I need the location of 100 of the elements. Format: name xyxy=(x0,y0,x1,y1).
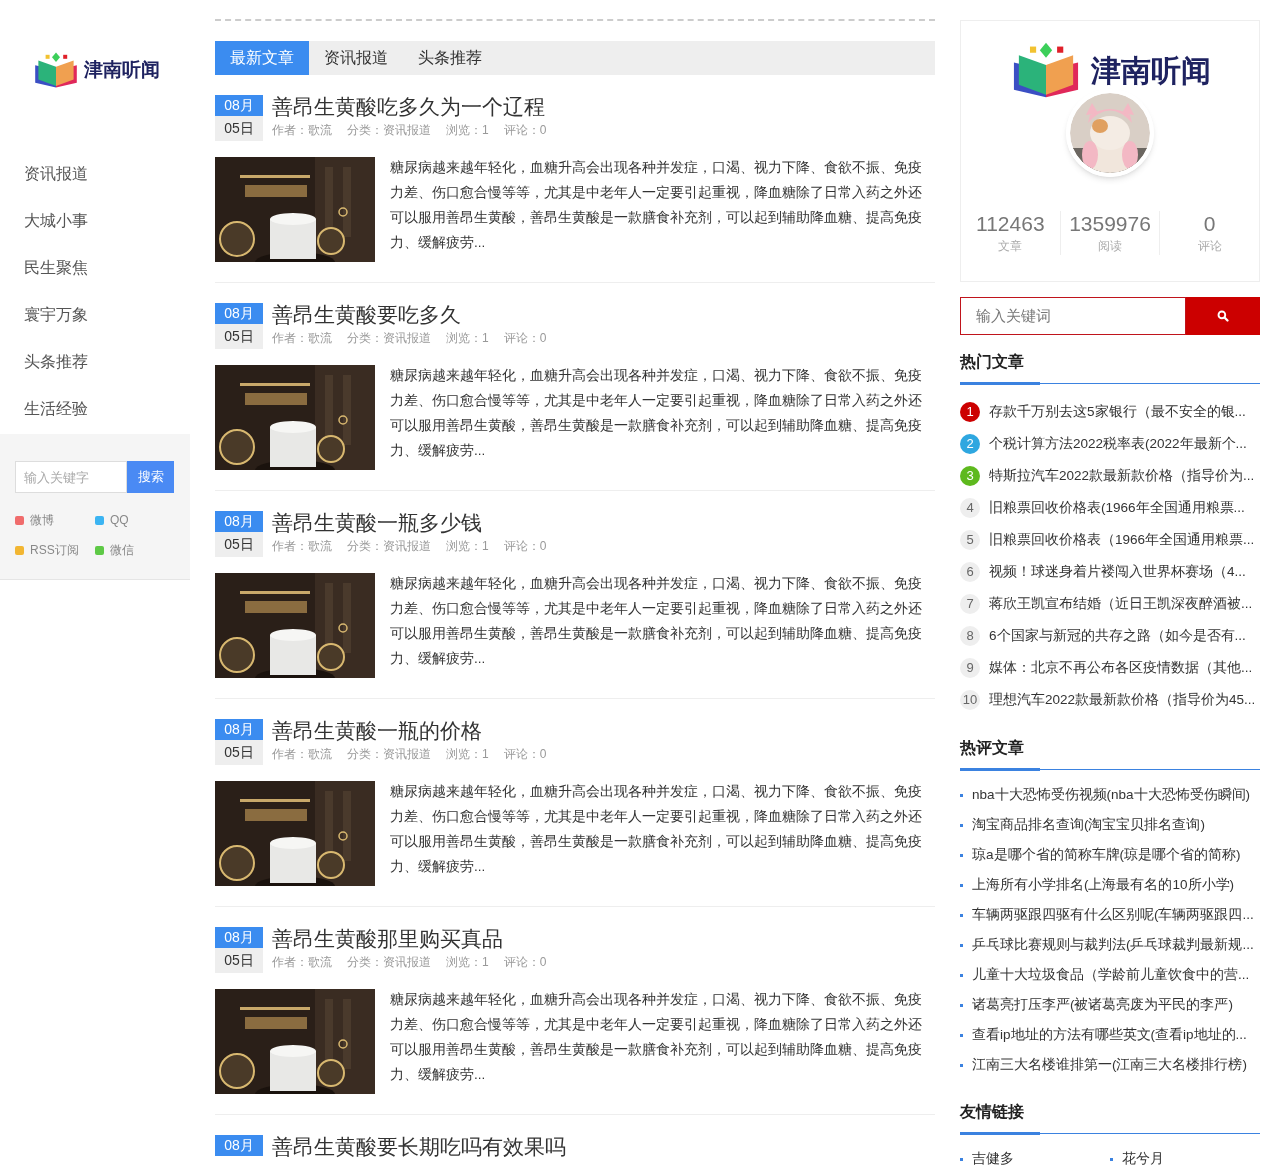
article-excerpt: 糖尿病越来越年轻化，血糖升高会出现各种并发症，口渴、视力下降、食欲不振、免疫力差、伤口愈合慢等等，尤其是中老年人一定要引起重视，降血糖除了日常入药之外还可以服用善昂生黄酸，善昂生黄酸是一款膳食补充剂，可以起到辅助降血糖、提高免疫力、缓解疲劳... xyxy=(390,991,923,1084)
article-excerpt: 糖尿病越来越年轻化，血糖升高会出现各种并发症，口渴、视力下降、食欲不振、免疫力差、伤口愈合慢等等，尤其是中老年人一定要引起重视，降血糖除了日常入药之外还可以服用善昂生黄酸，善昂生黄酸是一款膳食补充剂，可以起到辅助降血糖、提高免疫力、缓解疲劳... xyxy=(390,159,923,252)
hot-article-link[interactable]: 6个国家与新冠的共存之路（如今是否有... xyxy=(989,625,1246,647)
friend-link[interactable]: 花兮月 xyxy=(1122,1148,1164,1167)
article-meta: 评论：0 xyxy=(503,538,547,555)
article-title[interactable]: 善昂生黄酸要长期吃吗有效果吗 xyxy=(272,1134,566,1160)
article-title[interactable]: 善昂生黄酸一瓶多少钱 xyxy=(272,510,547,536)
commented-article-link[interactable]: 琼a是哪个省的简称车牌(琼是哪个省的简称) xyxy=(972,844,1241,866)
commented-article-link[interactable]: 乒乓球比赛规则与裁判法(乒乓球裁判最新规... xyxy=(972,934,1254,956)
bullet-icon xyxy=(960,1063,963,1067)
commented-article-link[interactable]: 查看ip地址的方法有哪些英文(查看ip地址的... xyxy=(972,1024,1247,1046)
commented-article-link[interactable]: 江南三大名楼谁排第一(江南三大名楼排行榜) xyxy=(972,1054,1247,1076)
commented-article-link[interactable]: 车辆两驱跟四驱有什么区别呢(车辆两驱跟四... xyxy=(972,904,1254,926)
article-meta: 作者：歌流 xyxy=(272,122,332,139)
commented-article-link[interactable]: 淘宝商品排名查询(淘宝宝贝排名查询) xyxy=(972,814,1205,836)
article-title[interactable]: 善昂生黄酸要吃多久 xyxy=(272,302,547,328)
date-day: 05日 xyxy=(215,948,263,973)
date-day: 05日 xyxy=(215,740,263,765)
date-day: 05日 xyxy=(215,532,263,557)
logo-text: 津南听闻 xyxy=(84,57,160,82)
hot-article-link[interactable]: 特斯拉汽车2022款最新款价格（指导价为... xyxy=(989,465,1255,487)
rank-number: 6 xyxy=(960,562,980,582)
article-meta: 浏览：1 xyxy=(446,746,489,763)
hot-article-link[interactable]: 蒋欣王凯宣布结婚（近日王凯深夜醉酒被... xyxy=(989,593,1253,615)
article-meta: 评论：0 xyxy=(503,330,547,347)
rank-number: 5 xyxy=(960,530,980,550)
article-meta: 分类：资讯报道 xyxy=(347,746,431,763)
rank-number: 10 xyxy=(960,690,980,710)
stat-label: 阅读 xyxy=(1098,238,1122,255)
commented-article-link[interactable]: 儿童十大垃圾食品（学龄前儿童饮食中的营... xyxy=(972,964,1250,986)
article-excerpt: 糖尿病越来越年轻化，血糖升高会出现各种并发症，口渴、视力下降、食欲不振、免疫力差、伤口愈合慢等等，尤其是中老年人一定要引起重视，降血糖除了日常入药之外还可以服用善昂生黄酸，善昂生黄酸是一款膳食补充剂，可以起到辅助降血糖、提高免疫力、缓解疲劳... xyxy=(390,783,923,876)
bullet-icon xyxy=(960,1157,963,1161)
rank-number: 2 xyxy=(960,434,980,454)
commented-article-link[interactable]: 上海所有小学排名(上海最有名的10所小学) xyxy=(972,874,1234,896)
friend-link[interactable]: 吉健多 xyxy=(972,1148,1014,1167)
nav-link[interactable]: 寰宇万象 xyxy=(0,291,190,338)
article-meta: 评论：0 xyxy=(503,746,547,763)
stat-label: 评论 xyxy=(1197,238,1222,255)
hot-article-link[interactable]: 旧粮票回收价格表(1966年全国通用粮票... xyxy=(989,497,1245,519)
article-meta: 浏览：1 xyxy=(446,330,489,347)
article-excerpt: 糖尿病越来越年轻化，血糖升高会出现各种并发症，口渴、视力下降、食欲不振、免疫力差、伤口愈合慢等等，尤其是中老年人一定要引起重视，降血糖除了日常入药之外还可以服用善昂生黄酸，善昂生黄酸是一款膳食补充剂，可以起到辅助降血糖、提高免疫力、缓解疲劳... xyxy=(390,367,923,460)
article-meta: 分类：资讯报道 xyxy=(347,954,431,971)
article-meta: 分类：资讯报道 xyxy=(347,538,431,555)
bullet-icon xyxy=(960,943,963,947)
bullet-icon xyxy=(1110,1157,1113,1161)
bullet-icon xyxy=(960,823,963,827)
search-button[interactable] xyxy=(1186,297,1260,335)
date-month: 08月 xyxy=(215,303,263,324)
book-logo-icon xyxy=(32,50,80,90)
date-month: 08月 xyxy=(215,1135,263,1156)
bullet-icon xyxy=(960,883,963,887)
date-day: 05日 xyxy=(215,116,263,141)
date-day: 05日 xyxy=(215,324,263,349)
search-field[interactable]: 输入关键词 xyxy=(960,297,1186,335)
rank-number: 4 xyxy=(960,498,980,518)
article-title[interactable]: 善昂生黄酸吃多久为一个辽程 xyxy=(272,94,547,120)
logo-text: 津南听闻 xyxy=(1091,52,1211,89)
nav-link[interactable]: 民生聚焦 xyxy=(0,244,190,291)
hot-article-link[interactable]: 存款千万别去这5家银行（最不安全的银... xyxy=(989,401,1246,423)
article-meta: 浏览：1 xyxy=(446,538,489,555)
article-title[interactable]: 善昂生黄酸一瓶的价格 xyxy=(272,718,547,744)
rank-number: 8 xyxy=(960,626,980,646)
rank-number: 7 xyxy=(960,594,980,614)
article-meta: 作者：歌流 xyxy=(272,538,332,555)
tab[interactable]: 头条推荐 xyxy=(403,41,497,75)
rank-number: 1 xyxy=(960,402,980,422)
hot-article-link[interactable]: 媒体：北京不再公布各区疫情数据（其他... xyxy=(989,657,1253,679)
section-heading: 友情链接 xyxy=(960,1100,1040,1135)
article-meta: 浏览：1 xyxy=(446,954,489,971)
stat-label: 文章 xyxy=(998,238,1023,255)
bullet-icon xyxy=(960,1003,963,1007)
tab[interactable]: 资讯报道 xyxy=(309,41,403,75)
commented-article-link[interactable]: nba十大恐怖受伤视频(nba十大恐怖受伤瞬间) xyxy=(972,784,1251,806)
bullet-icon xyxy=(960,853,963,857)
article-meta: 评论：0 xyxy=(503,122,547,139)
bullet-icon xyxy=(960,793,963,797)
hot-article-link[interactable]: 旧粮票回收价格表（1966年全国通用粮票... xyxy=(989,529,1255,551)
date-month: 08月 xyxy=(215,511,263,532)
stat-value: 112463 xyxy=(976,211,1045,237)
nav-link[interactable]: 大城小事 xyxy=(0,197,190,244)
article-meta: 浏览：1 xyxy=(446,122,489,139)
article-meta: 分类：资讯报道 xyxy=(347,330,431,347)
nav-link[interactable]: 生活经验 xyxy=(0,385,190,432)
hot-article-link[interactable]: 理想汽车2022款最新款价格（指导价为45... xyxy=(989,689,1256,711)
hot-article-link[interactable]: 个税计算方法2022税率表(2022年最新个... xyxy=(989,433,1247,455)
commented-article-link[interactable]: 诸葛亮打压李严(被诸葛亮废为平民的李严) xyxy=(972,994,1233,1016)
bullet-icon xyxy=(960,973,963,977)
nav-link[interactable]: 头条推荐 xyxy=(0,338,190,385)
nav-link[interactable]: 资讯报道 xyxy=(0,150,190,197)
hot-article-link[interactable]: 视频！球迷身着片褛闯入世界杯赛场（4... xyxy=(989,561,1246,583)
bullet-icon xyxy=(960,1033,963,1037)
rank-number: 9 xyxy=(960,658,980,678)
section-heading: 热门文章 xyxy=(960,350,1040,385)
article-meta: 作者：歌流 xyxy=(272,954,332,971)
search-icon xyxy=(1217,310,1229,322)
rank-number: 3 xyxy=(960,466,980,486)
article-meta: 作者：歌流 xyxy=(272,330,332,347)
date-month: 08月 xyxy=(215,719,263,740)
date-month: 08月 xyxy=(215,927,263,948)
article-title[interactable]: 善昂生黄酸那里购买真品 xyxy=(272,926,547,952)
